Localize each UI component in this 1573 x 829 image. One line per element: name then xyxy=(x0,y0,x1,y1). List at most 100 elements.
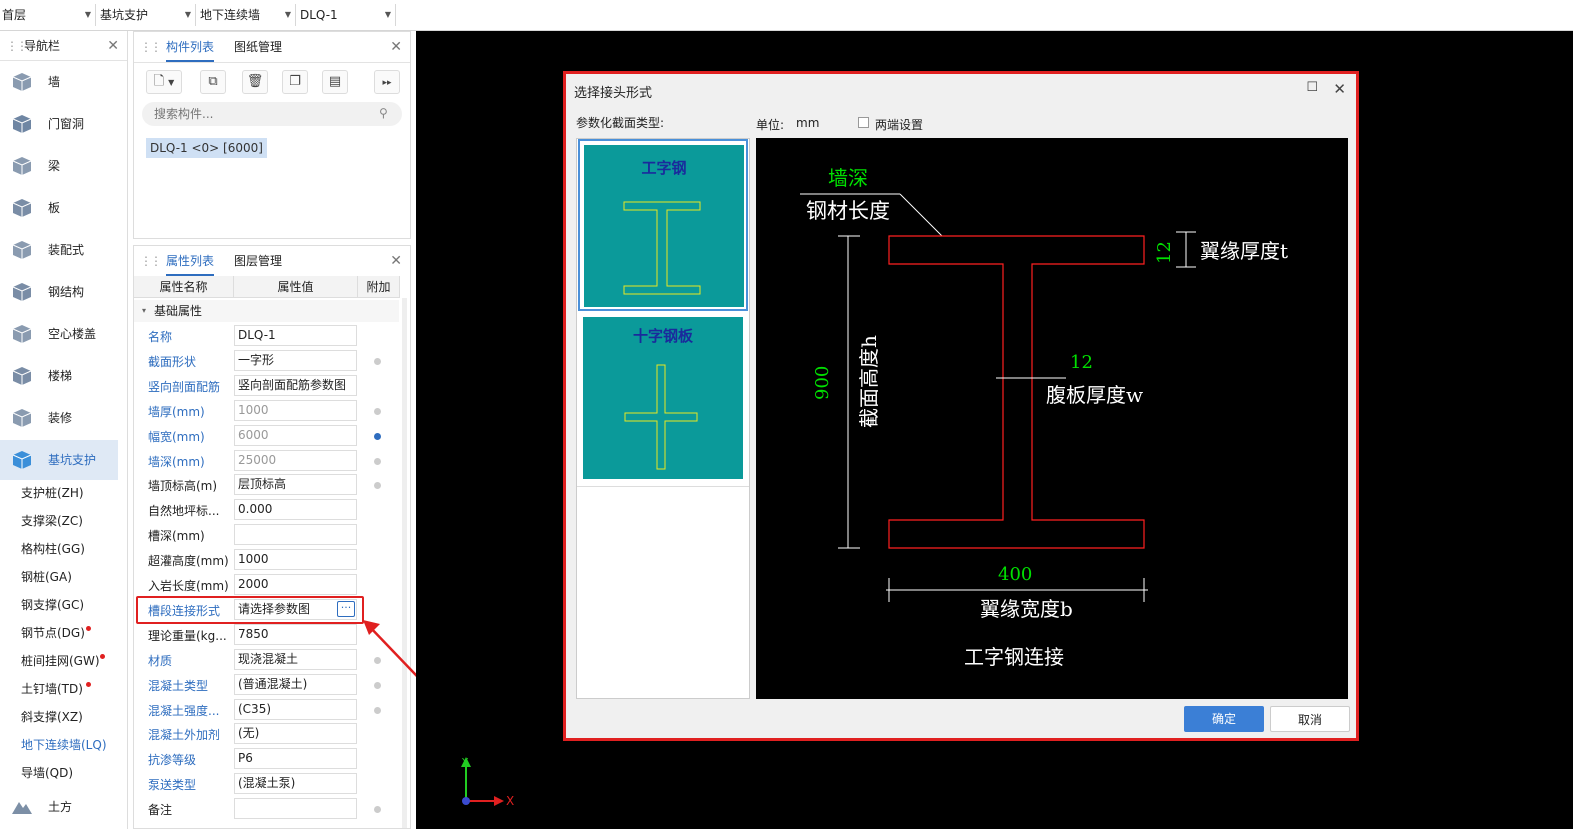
category-dropdown[interactable]: 基坑支护 ▼ xyxy=(98,4,196,26)
cancel-button[interactable]: 取消 xyxy=(1270,706,1350,732)
chevron-down-icon: ▼ xyxy=(284,10,291,19)
close-icon[interactable]: ✕ xyxy=(390,39,402,55)
flange-width-value: 400 xyxy=(998,564,1032,585)
nav-item-7[interactable]: 楼梯 xyxy=(0,356,118,396)
grip-icon[interactable]: ⋮⋮ xyxy=(140,254,162,268)
duplicate-button[interactable]: ❐ xyxy=(282,70,308,94)
option-i-beam[interactable]: 工字钢 xyxy=(578,139,748,311)
property-value-field[interactable]: 7850 xyxy=(234,623,357,645)
property-name: 截面形状 xyxy=(148,354,197,369)
nav-subitem[interactable]: 导墙(QD) xyxy=(21,763,73,783)
close-icon[interactable]: ✕ xyxy=(1333,80,1346,98)
component-dropdown[interactable]: DLQ-1 ▼ xyxy=(298,4,396,26)
property-value-field[interactable] xyxy=(234,524,357,546)
property-group-header[interactable]: ▾ 基础属性 xyxy=(134,300,399,322)
tab-property-list[interactable]: 属性列表 xyxy=(166,246,215,276)
nav-item-label: 基坑支护 xyxy=(48,453,97,467)
close-icon[interactable]: ✕ xyxy=(390,253,402,269)
property-row: 入岩长度(mm) 2000 xyxy=(134,573,399,598)
nav-subitem[interactable]: 钢支撑(GC) xyxy=(21,595,84,615)
component-list-panel: ⋮⋮ 构件列表 图纸管理 ✕ 🗋▼ ⧉ 🗑 ❐ ▤ ▸▸ ⚲ DLQ-1 <0>… xyxy=(133,31,411,239)
option-label: 十字钢板 xyxy=(632,327,693,345)
flange-width-label: 翼缘宽度b xyxy=(980,597,1073,621)
flange-thickness-value: 12 xyxy=(1154,241,1175,264)
property-value-field[interactable]: (混凝土泵) xyxy=(234,773,357,795)
property-value-field[interactable]: (无) xyxy=(234,723,357,745)
nav-item-6[interactable]: 空心楼盖 xyxy=(0,314,118,354)
tab-layer-management[interactable]: 图层管理 xyxy=(234,246,282,276)
nav-item-9[interactable]: 基坑支护 xyxy=(0,440,118,480)
nav-item-4[interactable]: 装配式 xyxy=(0,230,118,270)
floor-dropdown[interactable]: 首层 ▼ xyxy=(0,4,96,26)
extra-flag-dot[interactable] xyxy=(374,432,381,440)
property-value-field[interactable]: 0.000 xyxy=(234,499,357,521)
new-component-button[interactable]: 🗋 ▼ xyxy=(146,70,182,94)
extra-flag-dot[interactable] xyxy=(374,357,381,365)
maximize-icon[interactable]: ☐ xyxy=(1306,80,1318,95)
property-row: 墙厚(mm) 1000 xyxy=(134,399,399,424)
property-value-field[interactable]: 1000 xyxy=(234,399,357,421)
copy-button[interactable]: ⧉ xyxy=(200,70,226,94)
filter-button[interactable]: ▤ xyxy=(322,70,348,94)
trash-icon: 🗑 xyxy=(246,74,264,89)
property-value-field[interactable]: 一字形 xyxy=(234,349,357,371)
ok-button[interactable]: 确定 xyxy=(1184,706,1264,732)
nav-item-earthwork[interactable]: 土方 xyxy=(0,787,118,827)
property-value-field[interactable]: 1000 xyxy=(234,549,357,571)
nav-subitem[interactable]: 格构柱(GG) xyxy=(21,539,85,559)
nav-subitem[interactable]: 地下连续墙(LQ) xyxy=(21,735,107,755)
nav-item-label: 楼梯 xyxy=(48,369,73,383)
chevron-down-icon: ▼ xyxy=(168,78,175,87)
property-value-field[interactable]: (C35) xyxy=(234,698,357,720)
grip-icon[interactable]: ⋮⋮ xyxy=(6,31,28,61)
property-value-field[interactable]: DLQ-1 xyxy=(234,325,357,346)
property-value-field[interactable] xyxy=(234,798,357,820)
nav-subitem[interactable]: 桩间挂网(GW) xyxy=(21,651,100,671)
close-icon[interactable]: ✕ xyxy=(107,31,119,61)
property-value-field[interactable]: 6000 xyxy=(234,424,357,446)
extra-flag-dot[interactable] xyxy=(374,482,381,490)
property-scrollbar[interactable] xyxy=(402,298,407,828)
property-value-field[interactable]: P6 xyxy=(234,748,357,770)
nav-item-1[interactable]: 门窗洞 xyxy=(0,104,118,144)
property-name: 混凝土强度... xyxy=(148,703,220,718)
nav-subitem[interactable]: 土钉墙(TD) xyxy=(21,679,83,699)
property-value-field[interactable]: 25000 xyxy=(234,449,357,471)
delete-button[interactable]: 🗑 xyxy=(242,70,268,94)
nav-item-5[interactable]: 钢结构 xyxy=(0,272,118,312)
floor-dropdown-value: 首层 xyxy=(2,8,27,22)
nav-item-8[interactable]: 装修 xyxy=(0,398,118,438)
nav-subitem[interactable]: 钢节点(DG) xyxy=(21,623,85,643)
nav-subitem[interactable]: 斜支撑(XZ) xyxy=(21,707,83,727)
extra-flag-dot[interactable] xyxy=(374,407,381,415)
property-value-field[interactable]: 2000 xyxy=(234,574,357,595)
nav-subitem[interactable]: 支护桩(ZH) xyxy=(21,483,84,503)
nav-subitem[interactable]: 支撑梁(ZC) xyxy=(21,511,83,531)
both-ends-checkbox[interactable] xyxy=(858,117,869,128)
property-name: 幅宽(mm) xyxy=(148,429,205,444)
extra-flag-dot[interactable] xyxy=(374,457,381,465)
nav-panel: ⋮⋮ 导航栏 ✕ 墙门窗洞梁板装配式 钢结构 空心楼盖 楼梯 装修 基坑支护 支护桩(ZH… xyxy=(0,31,128,829)
property-row: 名称 DLQ-1 xyxy=(134,324,399,349)
nav-item-3[interactable]: 板 xyxy=(0,188,118,228)
component-search-input[interactable] xyxy=(142,102,402,126)
tab-component-list[interactable]: 构件列表 xyxy=(166,32,215,62)
nav-item-0[interactable]: 墙 xyxy=(0,62,118,102)
property-value-field[interactable]: (普通混凝土) xyxy=(234,673,357,695)
property-row: 竖向剖面配筋 竖向剖面配筋参数图 xyxy=(134,374,399,399)
grip-icon[interactable]: ⋮⋮ xyxy=(140,40,162,54)
nav-item-2[interactable]: 梁 xyxy=(0,146,118,186)
property-value-field[interactable]: 竖向剖面配筋参数图 xyxy=(234,374,357,396)
axis-gizmo-icon: X Y xyxy=(461,757,514,808)
property-row: 墙顶标高(m) 层顶标高 xyxy=(134,473,399,498)
option-cross-plate[interactable]: 十字钢板 xyxy=(578,313,748,487)
more-button[interactable]: ▸▸ xyxy=(374,70,400,94)
property-value-field[interactable]: 层顶标高 xyxy=(234,474,357,496)
property-value-field[interactable]: 现浇混凝土 xyxy=(234,648,357,670)
component-list-item[interactable]: DLQ-1 <0> [6000] xyxy=(146,138,267,158)
tab-drawing-management[interactable]: 图纸管理 xyxy=(234,32,282,62)
type-dropdown[interactable]: 地下连续墙 ▼ xyxy=(198,4,296,26)
extra-flag-dot[interactable] xyxy=(374,806,381,814)
property-group-label: 基础属性 xyxy=(154,304,203,318)
nav-subitem[interactable]: 钢桩(GA) xyxy=(21,567,72,587)
